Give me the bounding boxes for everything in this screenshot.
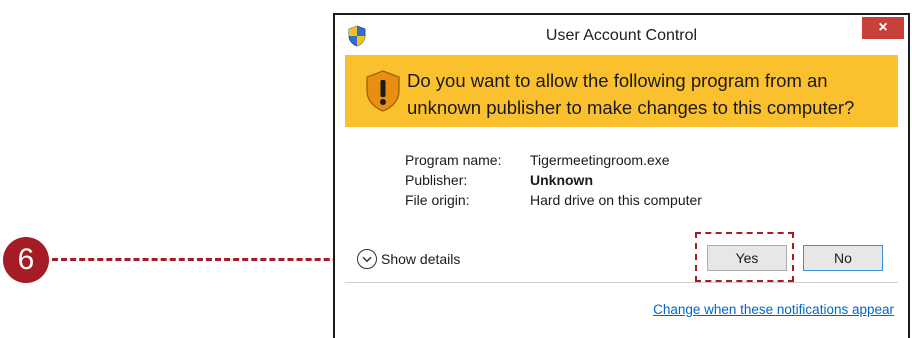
publisher-value: Unknown (530, 172, 593, 188)
close-button[interactable]: × (862, 17, 904, 39)
step-number-badge: 6 (3, 237, 49, 283)
title-bar[interactable]: User Account Control × (335, 15, 908, 55)
file-origin-label: File origin: (405, 192, 470, 208)
no-button[interactable]: No (803, 245, 883, 271)
show-details-label: Show details (381, 251, 461, 267)
warning-banner: Do you want to allow the following progr… (345, 55, 898, 127)
program-name-label: Program name: (405, 152, 502, 168)
window-title: User Account Control (545, 27, 698, 44)
info-row-publisher: Publisher: Unknown (405, 170, 702, 190)
info-row-file-origin: File origin: Hard drive on this computer (405, 190, 702, 210)
change-notifications-link[interactable]: Change when these notifications appear (653, 302, 894, 317)
yes-button[interactable]: Yes (707, 245, 787, 271)
program-info: Program name: Tigermeetingroom.exe Publi… (405, 150, 702, 210)
uac-dialog: User Account Control × Do you want to al… (333, 13, 910, 338)
file-origin-value: Hard drive on this computer (530, 192, 702, 208)
chevron-down-icon (357, 249, 377, 269)
info-row-program-name: Program name: Tigermeetingroom.exe (405, 150, 702, 170)
program-name-value: Tigermeetingroom.exe (530, 152, 670, 168)
warning-question: Do you want to allow the following progr… (407, 70, 855, 118)
show-details-toggle[interactable]: Show details (357, 247, 460, 271)
warning-shield-icon (366, 70, 400, 112)
publisher-label: Publisher: (405, 172, 468, 188)
footer-divider (345, 282, 898, 283)
